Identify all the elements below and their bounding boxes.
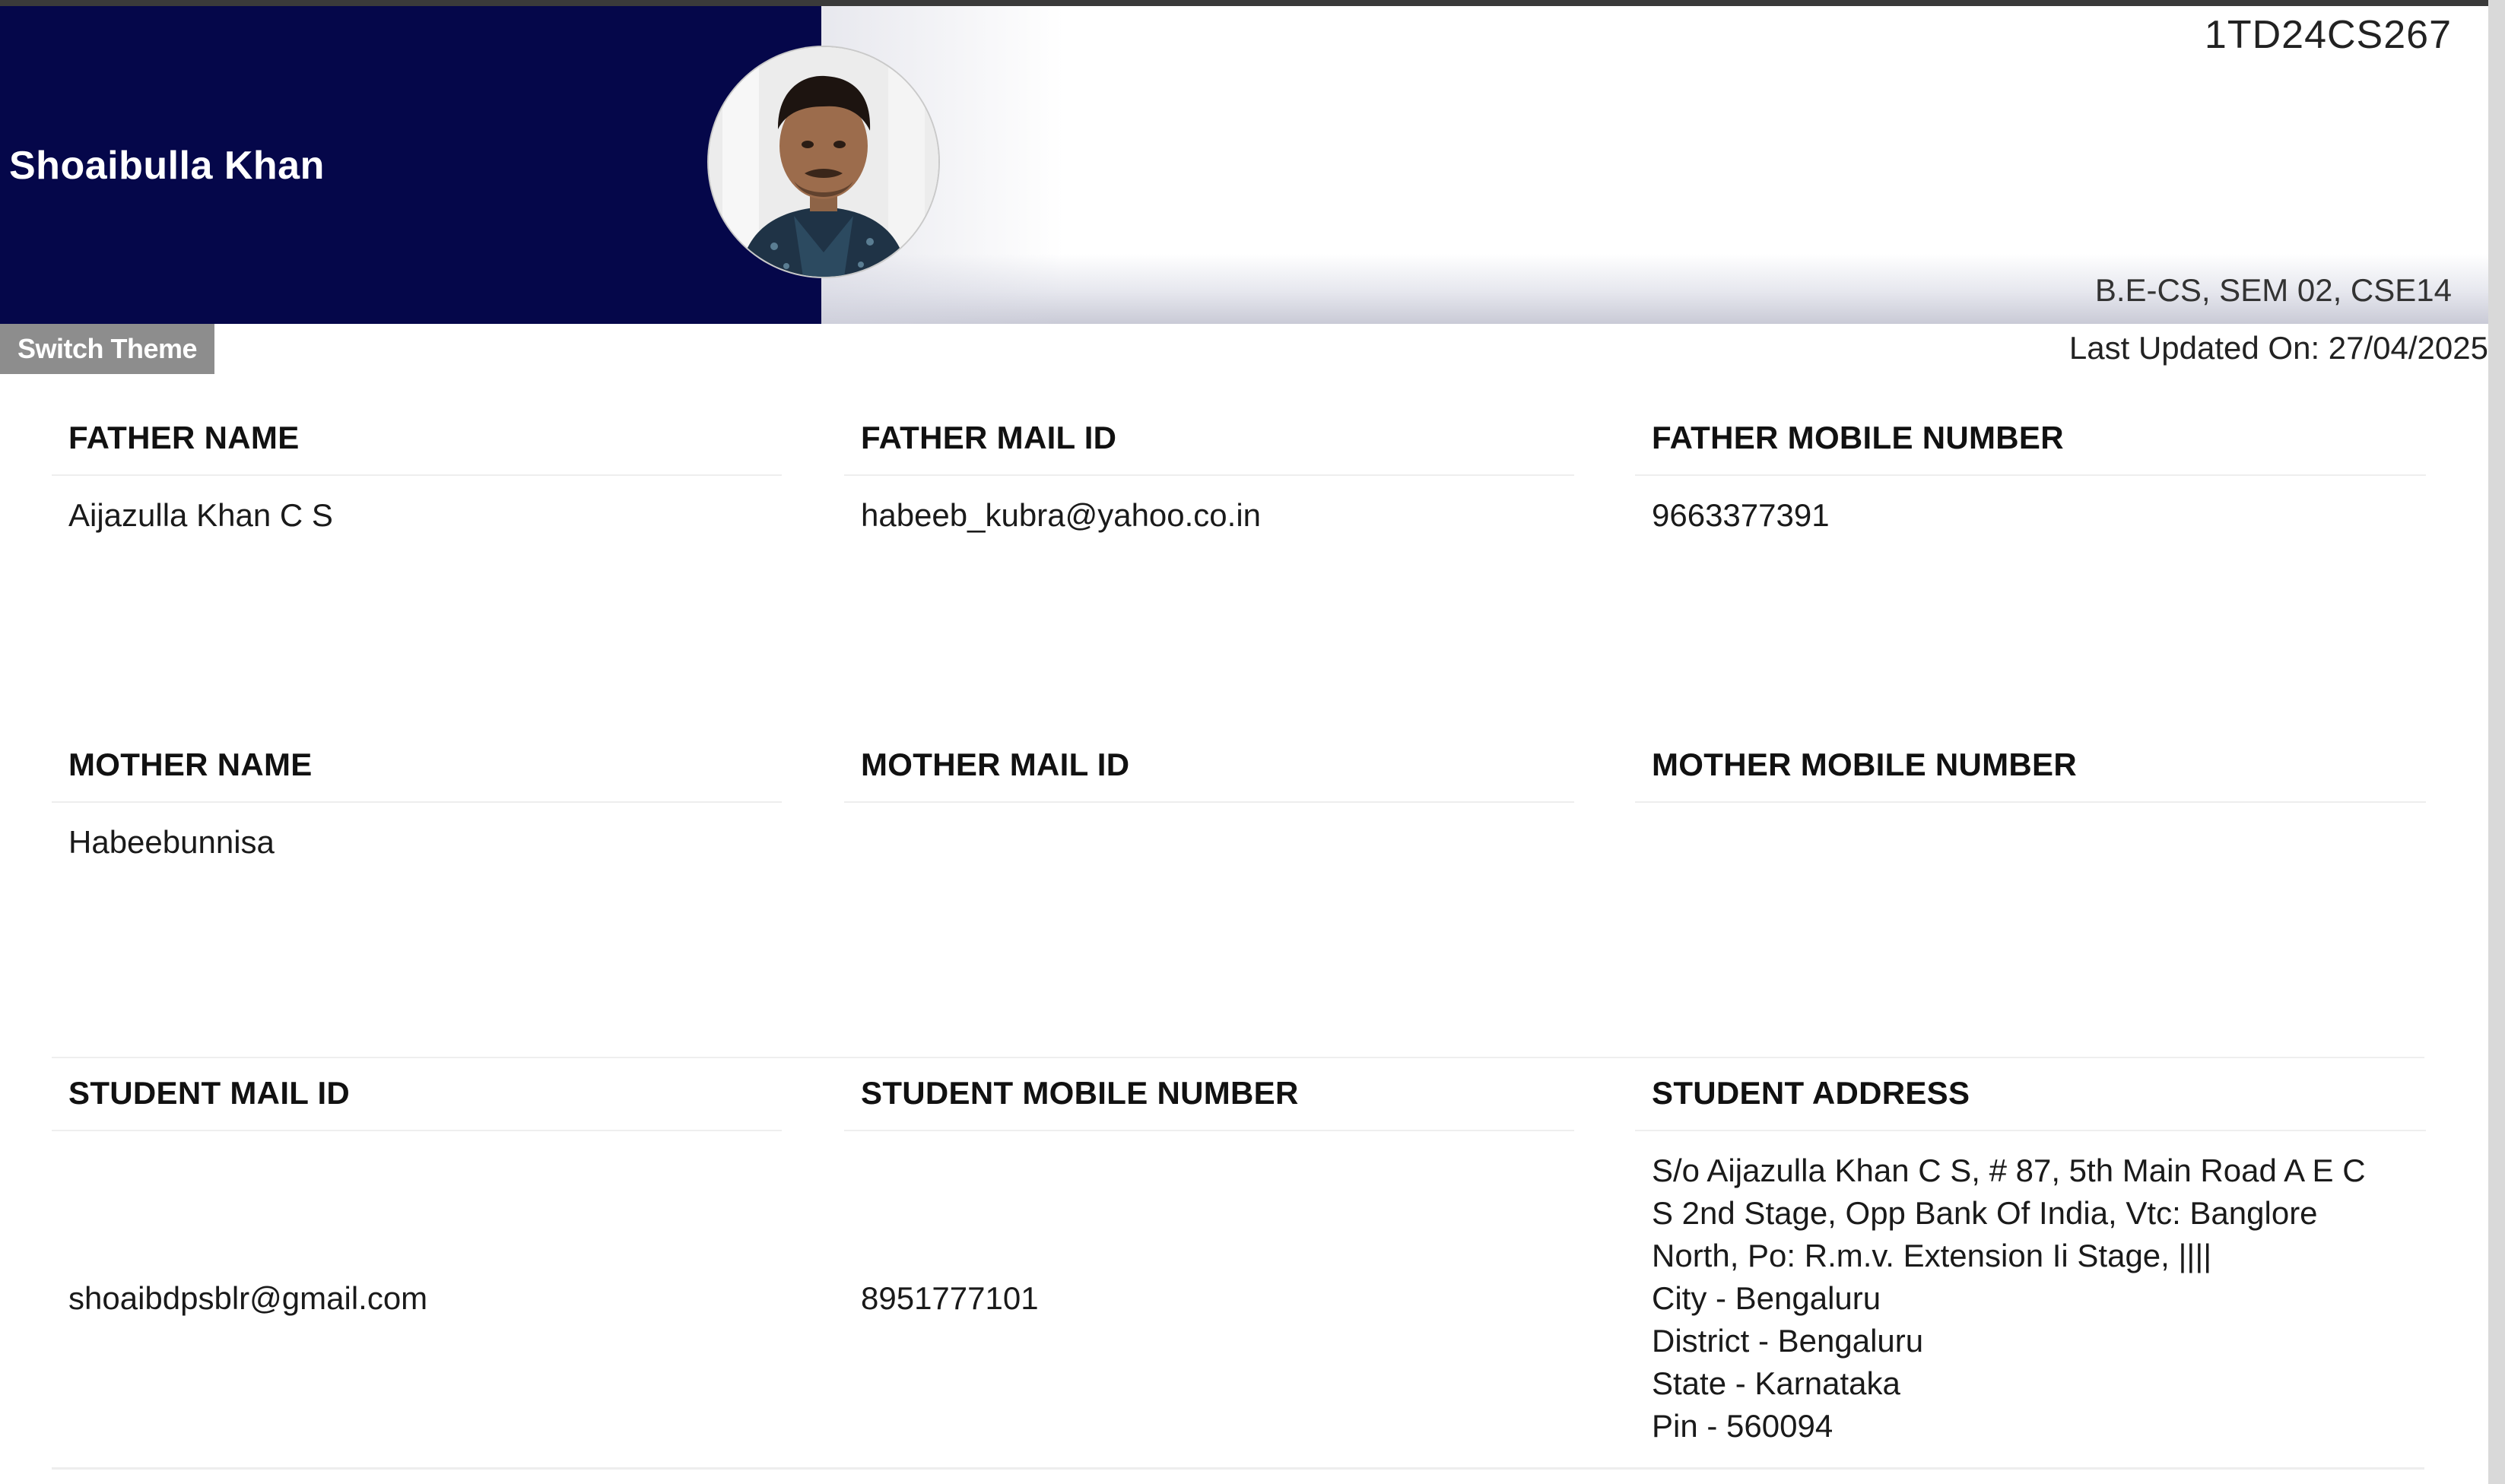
- mother-mail-label: MOTHER MAIL ID: [861, 747, 1130, 782]
- program-info: B.E-CS, SEM 02, CSE14: [2094, 272, 2452, 308]
- student-usn: 1TD24CS267: [2204, 13, 2452, 57]
- student-mail-value: shoaibdpsblr@gmail.com: [68, 1280, 428, 1316]
- student-mail-label: STUDENT MAIL ID: [68, 1075, 351, 1111]
- student-mobile-label: STUDENT MOBILE NUMBER: [861, 1075, 1299, 1111]
- last-updated-text: Last Updated On: 27/04/2025: [2068, 330, 2488, 366]
- switch-theme-button[interactable]: Switch Theme: [0, 324, 214, 374]
- address-city: City - Bengaluru: [1652, 1280, 1881, 1316]
- divider: [52, 801, 782, 803]
- divider: [52, 1057, 2424, 1058]
- address-line: S/o Aijazulla Khan C S, # 87, 5th Main R…: [1652, 1153, 2366, 1188]
- address-line: S 2nd Stage, Opp Bank Of India, Vtc: Ban…: [1652, 1195, 2318, 1231]
- divider: [52, 1467, 2424, 1470]
- address-pin: Pin - 560094: [1652, 1408, 1834, 1444]
- student-address-label: STUDENT ADDRESS: [1652, 1075, 1970, 1111]
- avatar: [709, 47, 938, 277]
- divider: [844, 1130, 1574, 1131]
- divider: [844, 474, 1574, 476]
- avatar-photo: [709, 47, 938, 277]
- address-district: District - Bengaluru: [1652, 1323, 1924, 1359]
- father-name-label: FATHER NAME: [68, 420, 300, 455]
- father-name-value: Aijazulla Khan C S: [68, 497, 333, 533]
- divider: [1635, 474, 2426, 476]
- mother-mobile-label: MOTHER MOBILE NUMBER: [1652, 747, 2077, 782]
- divider: [844, 801, 1574, 803]
- window-top-bar: [0, 0, 2505, 6]
- father-mail-value: habeeb_kubra@yahoo.co.in: [861, 497, 1262, 533]
- profile-header: Shoaibulla Khan 1TD24CS267 B.E-CS, SEM 0…: [0, 6, 2488, 324]
- student-address-value: S/o Aijazulla Khan C S, # 87, 5th Main R…: [1652, 1149, 2366, 1448]
- mother-name-value: Habeebunnisa: [68, 824, 275, 860]
- scrollbar-track[interactable]: [2488, 0, 2505, 1484]
- divider: [1635, 1130, 2426, 1131]
- divider: [52, 1130, 782, 1131]
- father-mobile-value: 9663377391: [1652, 497, 1830, 533]
- father-mail-label: FATHER MAIL ID: [861, 420, 1117, 455]
- address-state: State - Karnataka: [1652, 1365, 1900, 1401]
- divider: [1635, 801, 2426, 803]
- father-mobile-label: FATHER MOBILE NUMBER: [1652, 420, 2064, 455]
- address-line: North, Po: R.m.v. Extension Ii Stage, ||…: [1652, 1238, 2212, 1273]
- divider: [52, 474, 782, 476]
- student-mobile-value: 8951777101: [861, 1280, 1039, 1316]
- student-name: Shoaibulla Khan: [9, 144, 325, 188]
- mother-name-label: MOTHER NAME: [68, 747, 313, 782]
